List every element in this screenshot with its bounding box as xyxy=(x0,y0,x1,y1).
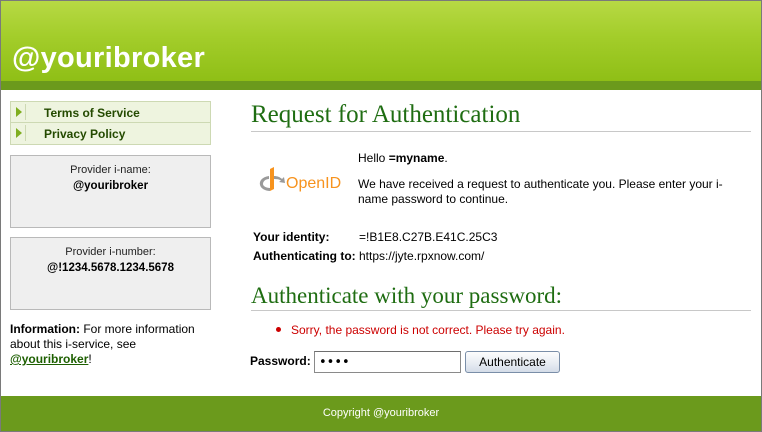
request-heading: Request for Authentication xyxy=(251,101,521,128)
password-label: Password: xyxy=(250,354,311,368)
identity-value: =!B1E8.C27B.E41C.25C3 xyxy=(359,230,498,244)
copyright-text: Copyright @youribroker xyxy=(322,407,440,419)
openid-logo-text: OpenID xyxy=(286,175,341,192)
provider-iname-box: Provider i-name: @youribroker xyxy=(10,155,211,228)
greeting-name: =myname xyxy=(388,151,445,165)
heading-divider xyxy=(251,310,751,311)
request-description: We have received a request to authentica… xyxy=(358,177,723,206)
heading-divider xyxy=(251,131,751,132)
greeting: Hello =myname. xyxy=(358,151,448,165)
auth-heading: Authenticate with your password: xyxy=(251,283,563,308)
sidebar-item-privacy-policy[interactable]: Privacy Policy xyxy=(10,123,211,145)
information-link[interactable]: @youribroker xyxy=(10,352,88,366)
provider-inumber-box: Provider i-number: @!1234.5678.1234.5678 xyxy=(10,237,211,310)
password-input[interactable] xyxy=(314,351,461,373)
sidebar-item-label[interactable]: Terms of Service xyxy=(44,106,140,120)
bullet-icon xyxy=(276,327,281,332)
site-header: @youribroker xyxy=(1,1,761,81)
header-band xyxy=(1,81,761,90)
auth-to-value: https://jyte.rpxnow.com/ xyxy=(359,249,485,263)
identity-label: Your identity: xyxy=(253,230,330,244)
information-label: Information: xyxy=(10,322,80,336)
provider-inumber-value: @!1234.5678.1234.5678 xyxy=(47,262,174,274)
triangle-bullet-icon xyxy=(16,107,22,117)
site-footer: Copyright @youribroker xyxy=(1,396,761,431)
openid-logo: OpenID xyxy=(259,167,341,192)
authenticate-button[interactable]: Authenticate xyxy=(465,351,560,373)
greeting-prefix: Hello xyxy=(358,151,389,165)
information-text: Information: For more information about … xyxy=(10,322,210,367)
triangle-bullet-icon xyxy=(16,128,22,138)
site-title: @youribroker xyxy=(12,42,206,74)
greeting-suffix: . xyxy=(444,151,448,165)
error-text: Sorry, the password is not correct. Plea… xyxy=(291,323,565,337)
sidebar-nav: Terms of Service Privacy Policy xyxy=(10,101,211,145)
provider-inumber-caption: Provider i-number: xyxy=(65,246,156,258)
provider-iname-value: @youribroker xyxy=(72,180,149,192)
information-suffix: ! xyxy=(88,352,92,366)
divider xyxy=(25,104,26,120)
sidebar-item-terms-of-service[interactable]: Terms of Service xyxy=(10,101,211,123)
provider-iname-caption: Provider i-name: xyxy=(70,164,151,176)
auth-to-label: Authenticating to: xyxy=(253,249,356,263)
openid-logo-icon xyxy=(259,167,285,191)
divider xyxy=(25,125,26,141)
sidebar-item-label[interactable]: Privacy Policy xyxy=(44,127,125,141)
